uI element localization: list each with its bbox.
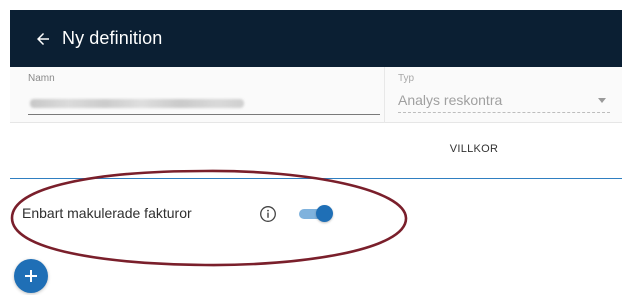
- name-field: Namn: [28, 73, 380, 117]
- type-field-label: Typ: [398, 73, 415, 84]
- type-select[interactable]: Analys reskontra: [398, 87, 610, 113]
- back-button[interactable]: [30, 26, 56, 52]
- tab-villkor[interactable]: VILLKOR: [418, 143, 530, 163]
- tab-bar: VILLKOR: [10, 123, 622, 179]
- type-select-value: Analys reskontra: [398, 91, 503, 108]
- condition-toggle[interactable]: [299, 204, 333, 224]
- caret-down-icon: [598, 98, 606, 103]
- info-circle-icon[interactable]: [259, 205, 277, 223]
- app-frame: Ny definition Namn Typ Analys reskontra …: [0, 0, 622, 295]
- app-header: Ny definition: [10, 10, 622, 67]
- condition-label: Enbart makulerade fakturor: [22, 205, 192, 221]
- definition-form: Namn Typ Analys reskontra: [10, 67, 622, 123]
- plus-icon: [25, 270, 37, 282]
- name-field-label: Namn: [28, 73, 55, 84]
- add-button[interactable]: [14, 259, 48, 293]
- toggle-knob: [316, 205, 333, 222]
- redacted-name-value: [30, 99, 244, 108]
- type-field: Typ Analys reskontra: [398, 73, 610, 117]
- field-divider: [384, 67, 385, 123]
- arrow-left-icon: [37, 32, 49, 45]
- page-title: Ny definition: [62, 28, 163, 48]
